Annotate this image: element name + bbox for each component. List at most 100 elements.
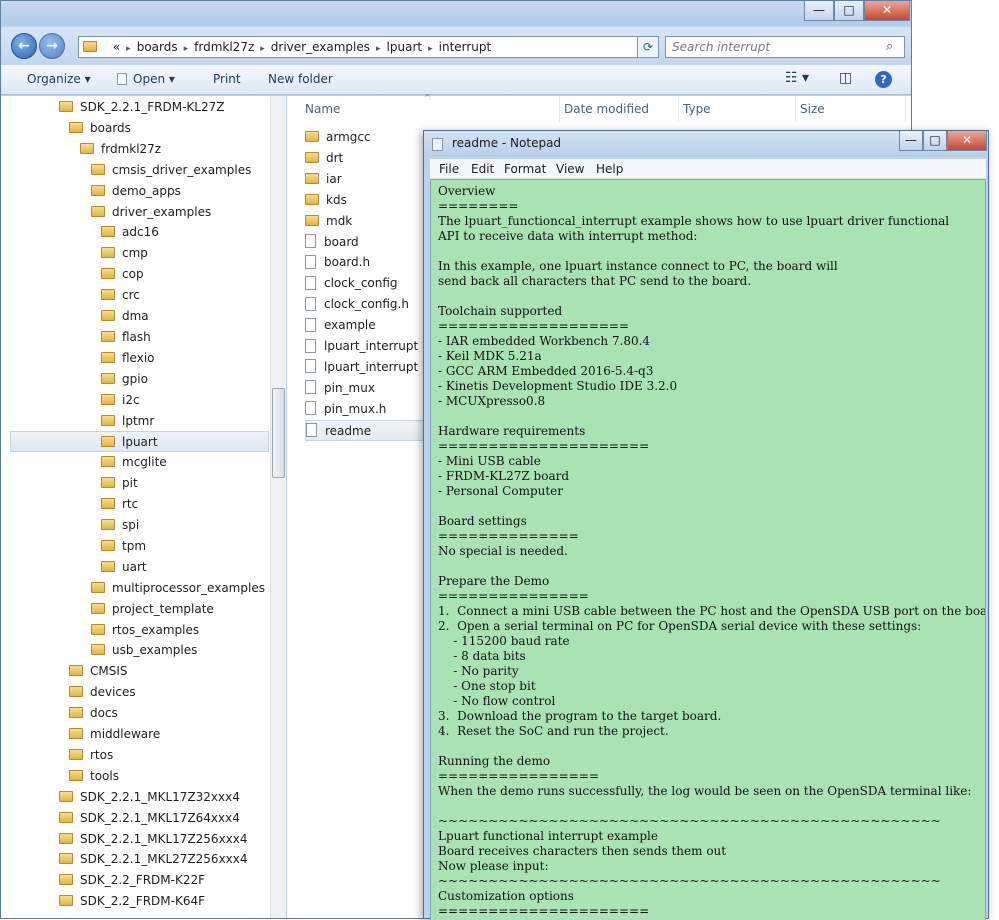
- notepad-text-area[interactable]: Overview ======== The lpuart_functioncal_i…: [430, 179, 986, 920]
- tree-item[interactable]: spi: [101, 515, 139, 536]
- breadcrumb-separator-icon[interactable]: ▸: [260, 44, 265, 54]
- tree-item[interactable]: usb_examples: [91, 640, 197, 661]
- menu-format[interactable]: Format: [504, 162, 546, 176]
- notepad-close-button[interactable]: ✕: [947, 131, 987, 151]
- tree-item[interactable]: SDK_2.2_FRDM-K64F: [59, 891, 205, 912]
- folder-item[interactable]: armgcc: [305, 127, 425, 148]
- folder-item[interactable]: mdk: [305, 211, 425, 232]
- tree-item[interactable]: docs: [69, 703, 118, 724]
- tree-item[interactable]: flash: [101, 327, 151, 348]
- breadcrumb-separator-icon[interactable]: ▸: [184, 44, 189, 54]
- breadcrumb-separator-icon[interactable]: ▸: [428, 44, 433, 54]
- tree-item[interactable]: devices: [69, 682, 136, 703]
- scrollbar-thumb[interactable]: [272, 388, 285, 478]
- file-item[interactable]: pin_mux: [305, 378, 425, 399]
- column-header-date-modified[interactable]: Date modified: [560, 96, 679, 122]
- notepad-maximize-button[interactable]: □: [923, 131, 947, 151]
- breadcrumb-overflow[interactable]: «: [113, 40, 120, 54]
- folder-item[interactable]: drt: [305, 148, 425, 169]
- column-header-type[interactable]: Type: [679, 96, 796, 122]
- scrollbar[interactable]: [270, 96, 286, 918]
- file-item[interactable]: pin_mux.h: [305, 399, 425, 420]
- tree-item[interactable]: rtc: [101, 494, 138, 515]
- print-button[interactable]: Print: [213, 72, 241, 86]
- refresh-icon[interactable]: ⟳: [637, 36, 659, 58]
- file-name: iar: [326, 171, 342, 186]
- tree-item[interactable]: multiprocessor_examples: [91, 578, 265, 599]
- preview-pane-icon[interactable]: ◫: [839, 70, 852, 86]
- tree-item[interactable]: cmp: [101, 243, 148, 264]
- breadcrumb-item[interactable]: boards: [137, 40, 178, 54]
- minimize-button[interactable]: —: [804, 1, 834, 21]
- tree-item[interactable]: tools: [69, 766, 119, 787]
- file-item[interactable]: board: [305, 232, 425, 253]
- file-item[interactable]: lpuart_interrupt: [305, 357, 425, 378]
- tree-item[interactable]: SDK_2.2.1_MKL17Z64xxx4: [59, 808, 240, 829]
- open-button[interactable]: Open ▾: [117, 72, 175, 86]
- tree-item[interactable]: i2c: [101, 390, 140, 411]
- menu-view[interactable]: View: [556, 162, 584, 176]
- file-item[interactable]: clock_config: [305, 273, 425, 294]
- tree-item[interactable]: SDK_2.2.1_FRDM-KL27Z: [59, 97, 224, 118]
- folder-icon: [101, 330, 115, 342]
- tree-item[interactable]: dma: [101, 306, 149, 327]
- folder-item[interactable]: kds: [305, 190, 425, 211]
- tree-item[interactable]: driver_examples: [91, 202, 211, 223]
- menu-file[interactable]: File: [439, 162, 459, 176]
- tree-item[interactable]: boards: [69, 118, 131, 139]
- file-item[interactable]: clock_config.h: [305, 294, 425, 315]
- view-options-icon[interactable]: ☷ ▾: [785, 70, 809, 86]
- tree-item[interactable]: SDK_2.2.1_MKL17Z256xxx4: [59, 829, 248, 850]
- organize-button[interactable]: Organize ▾: [27, 72, 91, 86]
- tree-item[interactable]: middleware: [69, 724, 160, 745]
- breadcrumb-item[interactable]: driver_examples: [271, 40, 370, 54]
- breadcrumb-item[interactable]: lpuart: [387, 40, 423, 54]
- address-bar[interactable]: « ▸ boards ▸ frdmkl27z ▸ driver_examples ▸ lpuar…: [78, 36, 658, 58]
- tree-item[interactable]: lpuart: [10, 431, 269, 453]
- menu-edit[interactable]: Edit: [471, 162, 494, 176]
- tree-item[interactable]: gpio: [101, 369, 148, 390]
- tree-item[interactable]: lptmr: [101, 411, 154, 432]
- folder-item[interactable]: iar: [305, 169, 425, 190]
- tree-item[interactable]: uart: [101, 557, 147, 578]
- file-item[interactable]: example: [305, 315, 425, 336]
- new-folder-button[interactable]: New folder: [268, 72, 333, 86]
- file-item[interactable]: board.h: [305, 252, 425, 273]
- back-button[interactable]: ←: [11, 33, 37, 59]
- maximize-button[interactable]: □: [834, 1, 864, 21]
- tree-item[interactable]: pit: [101, 473, 138, 494]
- column-header-size[interactable]: Size: [796, 96, 906, 122]
- tree-item[interactable]: SDK_2.2.1_MKL17Z32xxx4: [59, 787, 240, 808]
- search-icon[interactable]: ⌕: [886, 39, 893, 54]
- breadcrumb-item[interactable]: frdmkl27z: [194, 40, 254, 54]
- tree-item[interactable]: project_template: [91, 599, 214, 620]
- help-icon[interactable]: ?: [875, 71, 892, 88]
- notepad-minimize-button[interactable]: —: [899, 131, 923, 151]
- tree-item[interactable]: rtos_examples: [91, 620, 199, 641]
- breadcrumb[interactable]: « ▸ boards ▸ frdmkl27z ▸ driver_examples ▸ lpuar…: [107, 40, 491, 54]
- tree-item[interactable]: SDK_2.2.1_MKL27Z256xxx4: [59, 849, 248, 870]
- file-icon: [305, 338, 316, 353]
- tree-item[interactable]: flexio: [101, 348, 155, 369]
- tree-item[interactable]: SDK_2.2_FRDM-K22F: [59, 870, 205, 891]
- tree-item[interactable]: cop: [101, 264, 144, 285]
- tree-item[interactable]: frdmkl27z: [80, 139, 161, 160]
- breadcrumb-separator-icon[interactable]: ▸: [126, 44, 131, 54]
- tree-item[interactable]: adc16: [101, 222, 159, 243]
- search-input[interactable]: Search interrupt: [665, 36, 905, 58]
- tree-item[interactable]: cmsis_driver_examples: [91, 160, 251, 181]
- breadcrumb-item[interactable]: interrupt: [439, 40, 492, 54]
- tree-item[interactable]: CMSIS: [69, 661, 128, 682]
- tree-item[interactable]: rtos: [69, 745, 113, 766]
- tree-item[interactable]: demo_apps: [91, 181, 181, 202]
- file-icon: [305, 317, 316, 332]
- tree-item[interactable]: tpm: [101, 536, 146, 557]
- forward-button[interactable]: →: [39, 33, 65, 59]
- tree-item[interactable]: mcglite: [101, 452, 167, 473]
- menu-help[interactable]: Help: [596, 162, 623, 176]
- close-button[interactable]: ✕: [864, 1, 910, 21]
- file-item[interactable]: lpuart_interrupt: [305, 336, 425, 357]
- file-item[interactable]: readme: [305, 419, 425, 441]
- tree-item[interactable]: crc: [101, 285, 140, 306]
- breadcrumb-separator-icon[interactable]: ▸: [376, 44, 381, 54]
